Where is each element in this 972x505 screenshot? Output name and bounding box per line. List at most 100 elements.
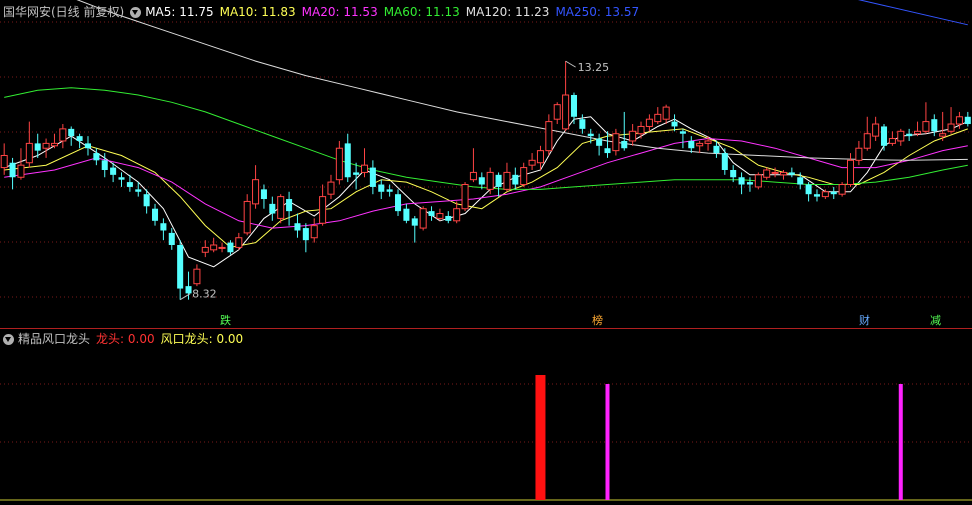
event-tag-finance[interactable]: 财 bbox=[857, 314, 872, 327]
candle-body bbox=[294, 223, 301, 231]
candle bbox=[671, 114, 678, 132]
candle-body bbox=[696, 142, 704, 147]
candle bbox=[654, 107, 662, 125]
candle-body bbox=[335, 147, 343, 181]
candle bbox=[260, 184, 267, 209]
main-header: 国华网安(日线 前复权) MA5: 11.75 MA10: 11.83 MA20… bbox=[3, 2, 645, 22]
candle-body bbox=[436, 213, 444, 219]
candle-body bbox=[260, 189, 267, 200]
candle-body bbox=[302, 228, 309, 241]
candle-body bbox=[50, 142, 58, 147]
candle-body bbox=[846, 159, 855, 186]
candle bbox=[688, 136, 695, 154]
candle-body bbox=[84, 143, 91, 149]
candle bbox=[846, 153, 855, 187]
signal-bar bbox=[898, 384, 903, 500]
candle-body bbox=[461, 184, 469, 210]
candle bbox=[294, 213, 301, 238]
candle bbox=[897, 128, 905, 146]
candle-body bbox=[604, 148, 611, 154]
candle-body bbox=[495, 174, 502, 187]
indicator-dropdown-icon[interactable] bbox=[3, 333, 14, 345]
ma-line-ma20 bbox=[4, 137, 968, 229]
candle bbox=[596, 133, 603, 156]
candle bbox=[327, 174, 335, 200]
candle-body bbox=[721, 153, 728, 170]
candle bbox=[218, 242, 226, 253]
candle bbox=[193, 264, 201, 287]
candle-body bbox=[713, 145, 720, 154]
candle-body bbox=[453, 208, 461, 222]
event-tag-ranking[interactable]: 榜 bbox=[590, 314, 605, 327]
candle-body bbox=[344, 143, 351, 178]
indicator-title[interactable]: 精品风口龙头 bbox=[18, 329, 90, 349]
candle-body bbox=[512, 174, 519, 185]
candle-body bbox=[805, 184, 812, 195]
candle-body bbox=[813, 194, 820, 197]
candle-body bbox=[419, 208, 427, 229]
kline-chart[interactable]: 13.25 8.32 bbox=[0, 0, 972, 505]
candle bbox=[344, 133, 351, 183]
candle-body bbox=[821, 191, 829, 198]
candle-body bbox=[445, 215, 452, 221]
signal-bars bbox=[0, 375, 972, 501]
candle-body bbox=[59, 128, 67, 142]
candle-body bbox=[185, 286, 192, 294]
candle bbox=[520, 162, 528, 187]
event-tag-reduce[interactable]: 减 bbox=[928, 314, 943, 327]
candle-body bbox=[931, 119, 938, 132]
candle bbox=[863, 116, 871, 151]
candle bbox=[235, 232, 243, 250]
candle bbox=[738, 172, 745, 195]
candle bbox=[637, 121, 645, 139]
candle bbox=[478, 172, 485, 190]
candle-body bbox=[738, 177, 745, 185]
candle-body bbox=[838, 184, 846, 195]
settings-dropdown-icon[interactable] bbox=[130, 6, 142, 18]
ma5-label: MA5: 11.75 bbox=[145, 5, 214, 19]
candle bbox=[152, 203, 159, 226]
candle-body bbox=[93, 153, 100, 161]
candle-body bbox=[771, 171, 779, 174]
candle bbox=[855, 140, 863, 166]
ma120-label: MA120: 11.23 bbox=[465, 5, 550, 19]
candle-body bbox=[403, 208, 410, 221]
candle bbox=[76, 133, 83, 149]
candle-body bbox=[704, 140, 712, 144]
candle bbox=[469, 148, 477, 183]
candle-body bbox=[353, 172, 360, 175]
candle-body bbox=[545, 121, 553, 152]
candle-body bbox=[947, 123, 955, 132]
candle-body bbox=[126, 182, 133, 187]
candle bbox=[881, 124, 888, 151]
candle-body bbox=[570, 95, 577, 117]
candle bbox=[286, 191, 293, 226]
candle-body bbox=[17, 164, 25, 178]
candle bbox=[662, 104, 670, 125]
candle bbox=[679, 128, 686, 149]
candle-body bbox=[68, 128, 75, 137]
low-price-label: 8.32 bbox=[192, 288, 217, 301]
candle-body bbox=[621, 140, 628, 149]
event-tag-fall[interactable]: 跌 bbox=[218, 314, 233, 327]
candle-body bbox=[25, 142, 33, 164]
stock-title[interactable]: 国华网安(日线 前复权) bbox=[3, 2, 124, 22]
candle bbox=[838, 182, 846, 197]
candle bbox=[201, 240, 209, 258]
candle bbox=[243, 194, 251, 236]
candle-body bbox=[369, 167, 376, 187]
candle-body bbox=[118, 177, 125, 180]
candle-body bbox=[9, 162, 16, 178]
candle-body bbox=[243, 200, 251, 234]
candle bbox=[888, 131, 896, 146]
candle bbox=[177, 240, 184, 300]
candle-body bbox=[235, 237, 243, 248]
candle-body bbox=[319, 196, 327, 224]
candle-body bbox=[579, 119, 586, 129]
candle-body bbox=[503, 171, 511, 190]
signal-bar bbox=[605, 384, 610, 500]
candle-body bbox=[897, 130, 905, 142]
candle bbox=[59, 124, 67, 149]
candle bbox=[754, 172, 762, 190]
candle bbox=[545, 114, 553, 156]
